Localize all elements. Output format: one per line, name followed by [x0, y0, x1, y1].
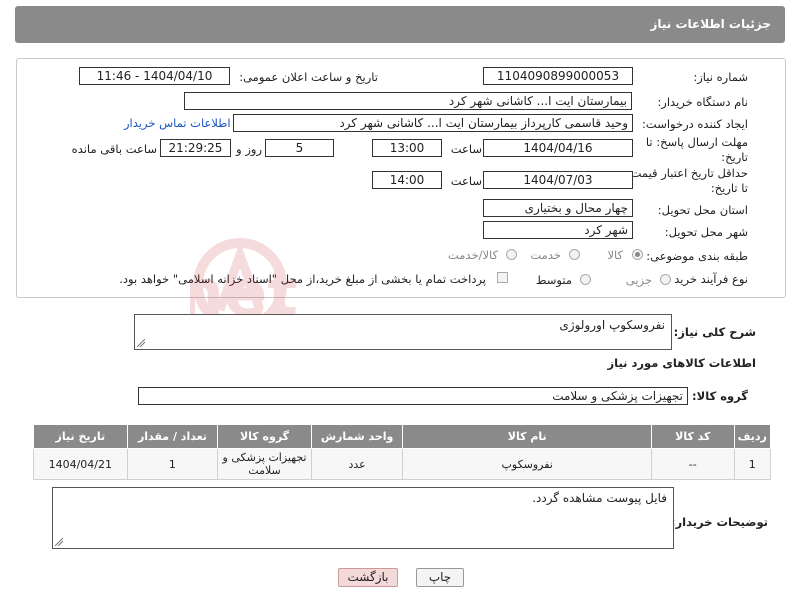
payment-checkbox[interactable] [497, 272, 508, 283]
need-number-label: شماره نیاز: [693, 70, 748, 84]
deadline-label-2: تاریخ: [721, 150, 748, 164]
col-header-row: ردیف [733, 424, 772, 449]
items-table: ردیف کد کالا نام کالا واحد شمارش گروه کا… [33, 424, 772, 480]
buyer-notes-text: فایل پیوست مشاهده گردد. [532, 491, 667, 505]
col-header-group: گروه کالا [217, 424, 312, 449]
deadline-time-field[interactable]: 13:00 [372, 139, 442, 157]
goods-group-label: گروه کالا: [692, 389, 748, 403]
category-label: طبقه بندی موضوعی: [646, 249, 748, 263]
deadline-label-1: مهلت ارسال پاسخ: تا [645, 135, 748, 149]
col-header-quantity: تعداد / مقدار [126, 424, 219, 449]
need-number-field[interactable]: 1104090899000053 [483, 67, 633, 85]
back-button[interactable]: بازگشت [338, 568, 398, 587]
resize-handle-icon[interactable] [55, 538, 63, 546]
announce-field[interactable]: 1404/04/10 - 11:46 [79, 67, 230, 85]
category-radio-goods-service[interactable] [506, 249, 517, 260]
description-label: شرح کلی نیاز: [673, 325, 756, 339]
cell-name: نفروسکوپ [402, 448, 653, 480]
category-radio-service[interactable] [569, 249, 580, 260]
cell-quantity: 1 [126, 448, 219, 480]
announce-label: تاریخ و ساعت اعلان عمومی: [239, 70, 378, 84]
goods-group-field[interactable]: تجهیزات پزشکی و سلامت [138, 387, 688, 405]
print-button[interactable]: چاپ [416, 568, 464, 587]
goods-info-title: اطلاعات کالاهای مورد نیاز [607, 356, 756, 370]
days-field[interactable]: 5 [265, 139, 334, 157]
process-radio-minor[interactable] [660, 274, 671, 285]
category-radio-goods[interactable] [632, 249, 643, 260]
category-option-service: خدمت [530, 248, 561, 262]
col-header-name: نام کالا [402, 424, 653, 449]
table-row: 1 -- نفروسکوپ عدد تجهیزات پزشکی و سلامت … [33, 448, 772, 480]
price-validity-label-2: تا تاریخ: [710, 181, 748, 195]
col-header-code: کد کالا [651, 424, 735, 449]
description-field[interactable]: نفروسکوپ اورولوژی [134, 314, 672, 350]
category-option-goods: کالا [607, 248, 623, 262]
col-header-unit: واحد شمارش [310, 424, 404, 449]
buyer-notes-field[interactable]: فایل پیوست مشاهده گردد. [52, 487, 674, 549]
deadline-time-label: ساعت [450, 142, 482, 156]
buyer-notes-label: توضیحات خریدار: [670, 515, 768, 529]
price-validity-time-field[interactable]: 14:00 [372, 171, 442, 189]
cell-group: تجهیزات پزشکی و سلامت [217, 448, 312, 480]
page-title: جزئیات اطلاعات نیاز [650, 17, 771, 31]
days-label: روز و [236, 142, 262, 156]
process-label: نوع فرآیند خرید : [666, 272, 748, 286]
process-option-medium: متوسط [535, 273, 572, 287]
resize-handle-icon[interactable] [137, 339, 145, 347]
remaining-label: ساعت باقی مانده [71, 142, 157, 156]
page-header: جزئیات اطلاعات نیاز [15, 6, 785, 43]
remaining-time-field[interactable]: 21:29:25 [160, 139, 231, 157]
cell-need-date: 1404/04/21 [33, 448, 128, 480]
process-radio-medium[interactable] [580, 274, 591, 285]
cell-unit: عدد [310, 448, 404, 480]
price-validity-label-1: حداقل تاریخ اعتبار قیمت: [626, 166, 748, 180]
description-text: نفروسکوپ اورولوژی [559, 318, 665, 332]
price-validity-time-label: ساعت [450, 174, 482, 188]
col-header-need-date: تاریخ نیاز [33, 424, 128, 449]
payment-note: پرداخت تمام یا بخشی از مبلغ خرید،از محل … [119, 272, 486, 286]
process-option-minor: جزیی [625, 273, 652, 287]
price-validity-date-field[interactable]: 1404/07/03 [483, 171, 633, 189]
cell-code: -- [651, 448, 735, 480]
city-label: شهر محل تحویل: [664, 225, 748, 239]
deadline-date-field[interactable]: 1404/04/16 [483, 139, 633, 157]
contact-info-link[interactable]: اطلاعات تماس خریدار [124, 116, 231, 130]
items-table-header: ردیف کد کالا نام کالا واحد شمارش گروه کا… [33, 424, 772, 449]
province-label: استان محل تحویل: [657, 203, 748, 217]
category-option-goods-service: کالا/خدمت [447, 248, 498, 262]
requester-label: ایجاد کننده درخواست: [642, 117, 748, 131]
city-field[interactable]: شهر کرد [483, 221, 633, 239]
requester-field[interactable]: وحید قاسمی کارپرداز بیمارستان ایت ا... ک… [233, 114, 633, 132]
buyer-org-label: نام دستگاه خریدار: [657, 95, 748, 109]
buyer-org-field[interactable]: بیمارستان ایت ا... کاشانی شهر کرد [184, 92, 632, 110]
cell-row: 1 [733, 448, 772, 480]
province-field[interactable]: چهار محال و بختیاری [483, 199, 633, 217]
